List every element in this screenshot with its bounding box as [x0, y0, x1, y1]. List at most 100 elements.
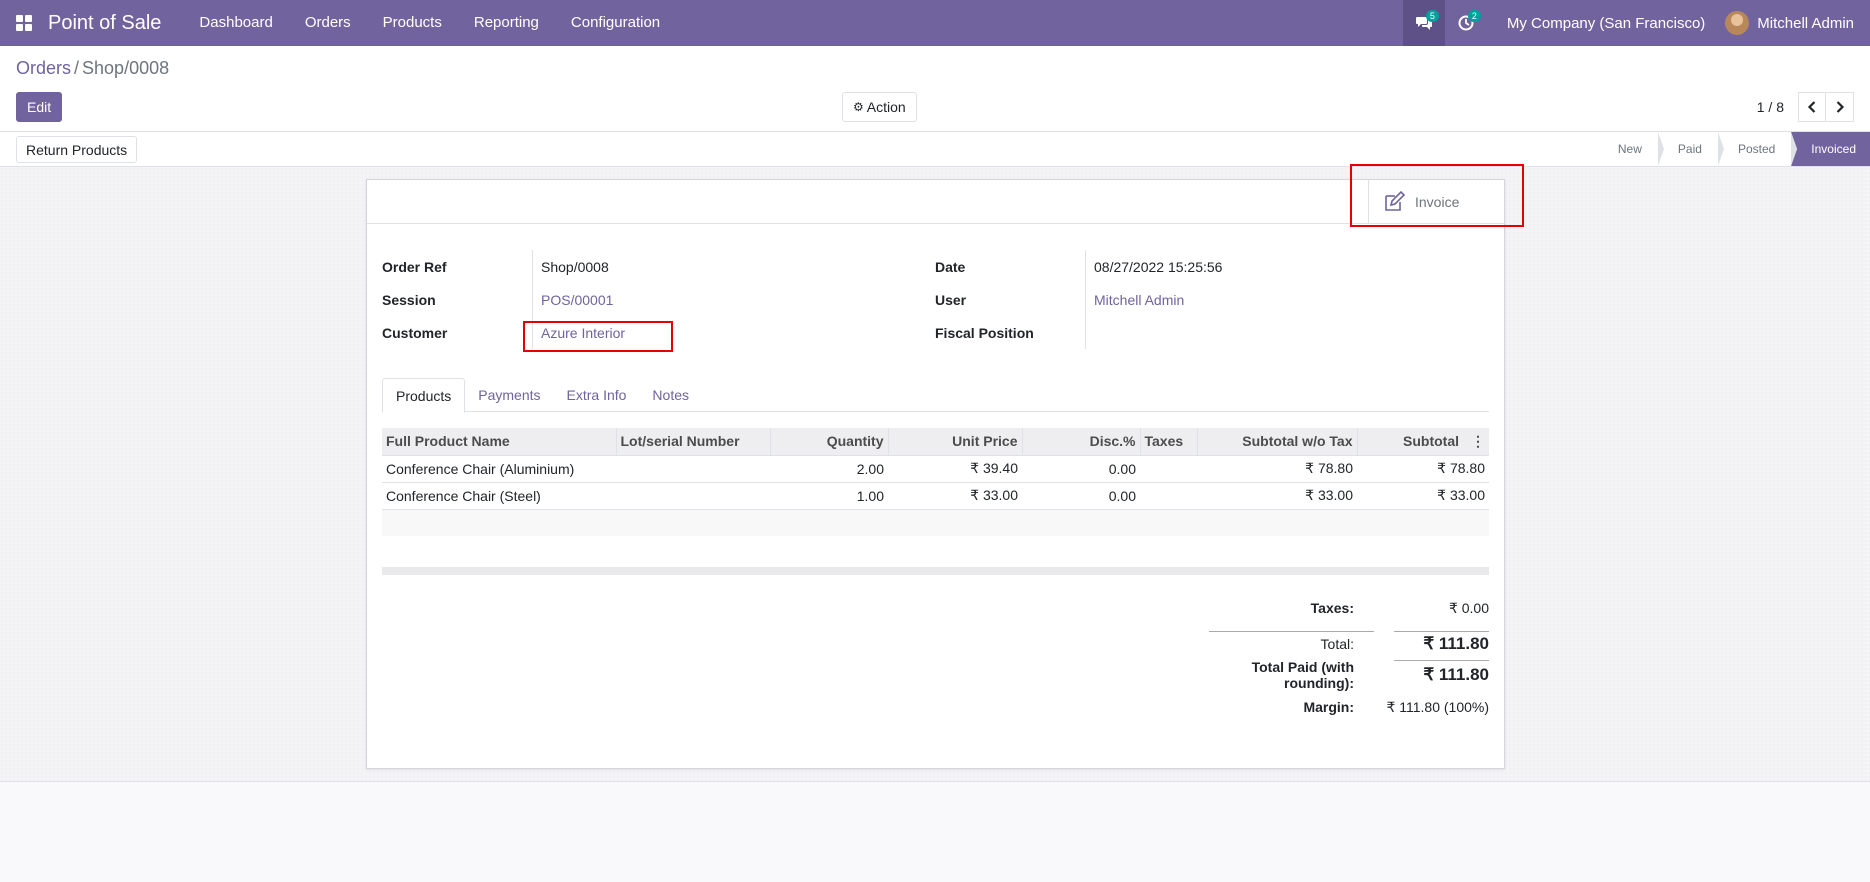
total-value: ₹ 111.80 [1423, 634, 1489, 653]
cell-discount: 0.00 [1022, 454, 1140, 482]
order-ref-value: Shop/0008 [532, 250, 609, 283]
totals-divider [1394, 631, 1489, 632]
company-switcher[interactable]: My Company (San Francisco) [1487, 15, 1725, 32]
menu-reporting[interactable]: Reporting [458, 0, 555, 46]
table-row[interactable]: Conference Chair (Steel) 1.00 ₹ 33.00 0.… [382, 481, 1489, 509]
chevron-left-icon [1807, 101, 1816, 113]
cell-unit-price: ₹ 39.40 [888, 454, 1022, 482]
apps-menu-icon[interactable] [0, 0, 48, 46]
col-unit-price[interactable]: Unit Price [887, 428, 1022, 455]
order-totals: Taxes: ₹ 0.00 Total: ₹ 111.80 Total Paid… [1209, 594, 1489, 724]
breadcrumb-separator: / [74, 58, 80, 78]
chevron-right-icon [1836, 101, 1844, 113]
total-paid-label: Total Paid (with rounding): [1251, 659, 1354, 691]
main-menu: Dashboard Orders Products Reporting Conf… [183, 0, 676, 46]
session-label: Session [382, 291, 436, 308]
control-panel: Orders / Shop/0008 Edit ⚙ Action 1 / 8 [0, 46, 1870, 132]
menu-orders[interactable]: Orders [289, 0, 367, 46]
session-link[interactable]: POS/00001 [532, 283, 613, 316]
cell-quantity: 2.00 [770, 454, 888, 482]
action-button[interactable]: ⚙ Action [842, 92, 917, 122]
taxes-label: Taxes: [1310, 600, 1354, 616]
totals-divider [1209, 631, 1374, 632]
form-sheet: Invoice Order Ref Shop/0008 Session POS/… [366, 179, 1505, 769]
horizontal-scrollbar[interactable] [382, 567, 1489, 575]
menu-products[interactable]: Products [367, 0, 458, 46]
margin-label: Margin: [1303, 699, 1354, 715]
stage-invoiced[interactable]: Invoiced [1791, 132, 1870, 166]
col-quantity[interactable]: Quantity [769, 428, 888, 455]
fiscal-position-label: Fiscal Position [935, 324, 1034, 341]
smart-button-box: Invoice [367, 180, 1504, 224]
table-row[interactable]: Conference Chair (Aluminium) 2.00 ₹ 39.4… [382, 454, 1489, 482]
cell-unit-price: ₹ 33.00 [888, 481, 1022, 509]
pencil-square-icon [1385, 191, 1405, 211]
status-bar: Return Products New Paid Posted Invoiced [0, 132, 1870, 167]
user-menu[interactable]: Mitchell Admin [1725, 11, 1870, 35]
date-value: 08/27/2022 15:25:56 [1085, 250, 1222, 283]
invoice-label: Invoice [1415, 194, 1460, 210]
activity-clock-icon[interactable]: 2 [1445, 0, 1487, 46]
cell-product: Conference Chair (Aluminium) [382, 454, 616, 482]
pager-previous-button[interactable] [1798, 92, 1826, 122]
date-label: Date [935, 258, 966, 275]
gear-icon: ⚙ [853, 100, 864, 114]
tab-payments[interactable]: Payments [465, 378, 553, 412]
stage-paid[interactable]: Paid [1658, 132, 1724, 166]
breadcrumb-orders[interactable]: Orders [16, 58, 71, 78]
col-lot-serial[interactable]: Lot/serial Number [615, 428, 770, 455]
invoice-smart-button[interactable]: Invoice [1368, 180, 1486, 224]
user-label: User [935, 291, 967, 308]
cell-subtotal: ₹ 33.00 [1357, 481, 1489, 509]
top-navbar: Point of Sale Dashboard Orders Products … [0, 0, 1870, 46]
order-lines-table: Full Product Name Lot/serial Number Quan… [382, 428, 1489, 536]
customer-link[interactable]: Azure Interior [532, 316, 625, 349]
right-field-group: Date 08/27/2022 15:25:56 User Mitchell A… [935, 250, 1222, 349]
total-label: Total: [1320, 636, 1354, 652]
table-header-row: Full Product Name Lot/serial Number Quan… [382, 428, 1489, 455]
return-products-button[interactable]: Return Products [16, 136, 138, 163]
tab-extra-info[interactable]: Extra Info [554, 378, 640, 412]
edit-button[interactable]: Edit [16, 92, 63, 122]
pager-value[interactable]: 1 / 8 [1757, 99, 1784, 115]
column-options-icon[interactable]: ⋮ [1471, 433, 1485, 450]
activity-badge: 2 [1467, 10, 1481, 22]
col-discount[interactable]: Disc.% [1021, 428, 1140, 455]
menu-configuration[interactable]: Configuration [555, 0, 676, 46]
action-label: Action [866, 99, 906, 115]
order-ref-label: Order Ref [382, 258, 447, 275]
cell-lot [616, 454, 770, 482]
cell-subtotal-wo-tax: ₹ 33.00 [1197, 481, 1357, 509]
menu-dashboard[interactable]: Dashboard [183, 0, 288, 46]
taxes-value: ₹ 0.00 [1448, 599, 1489, 616]
cell-quantity: 1.00 [770, 481, 888, 509]
user-link[interactable]: Mitchell Admin [1085, 283, 1184, 316]
margin-value: ₹ 111.80 (100%) [1386, 698, 1489, 715]
user-name: Mitchell Admin [1757, 14, 1854, 32]
cell-taxes [1140, 481, 1197, 509]
pager-next-button[interactable] [1826, 92, 1854, 122]
messages-badge: 5 [1425, 10, 1439, 22]
avatar [1725, 11, 1750, 35]
cell-product: Conference Chair (Steel) [382, 481, 616, 509]
col-product-name[interactable]: Full Product Name [382, 428, 616, 455]
total-paid-value: ₹ 111.80 [1423, 665, 1489, 684]
totals-divider [1394, 660, 1489, 661]
app-title[interactable]: Point of Sale [48, 12, 161, 35]
breadcrumb: Orders / Shop/0008 [16, 58, 169, 79]
customer-label: Customer [382, 324, 448, 341]
pager: 1 / 8 [1757, 92, 1854, 122]
col-subtotal-wo-tax[interactable]: Subtotal w/o Tax [1196, 428, 1357, 455]
tab-notes[interactable]: Notes [639, 378, 702, 412]
empty-row [382, 508, 1489, 536]
stage-pipeline: New Paid Posted Invoiced [1598, 132, 1870, 166]
cell-taxes [1140, 454, 1197, 482]
col-taxes[interactable]: Taxes [1139, 428, 1197, 455]
tab-products[interactable]: Products [382, 378, 466, 413]
stage-new[interactable]: New [1598, 132, 1664, 166]
messages-icon[interactable]: 5 [1402, 0, 1445, 46]
fiscal-position-value [1085, 316, 1094, 349]
stage-posted[interactable]: Posted [1718, 132, 1798, 166]
cell-lot [616, 481, 770, 509]
col-subtotal[interactable]: Subtotal ⋮ [1356, 428, 1489, 455]
